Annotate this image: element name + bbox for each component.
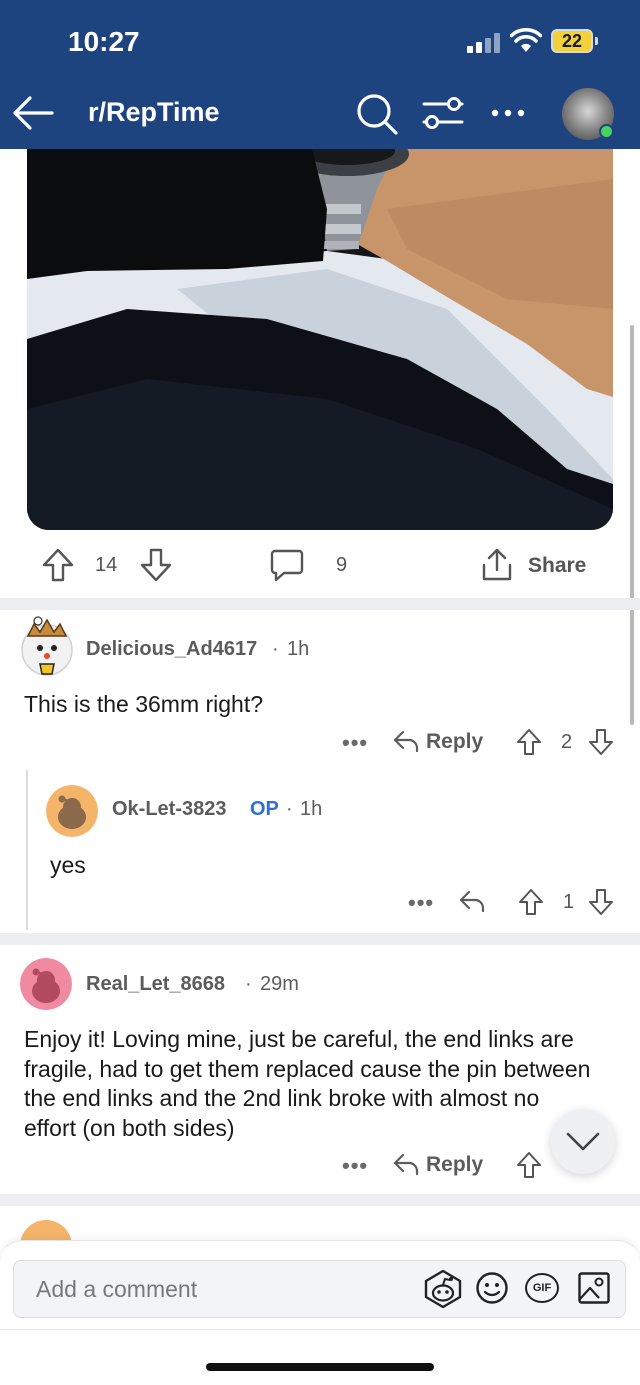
home-indicator[interactable] [206,1363,434,1371]
battery-indicator: 22 [551,29,593,53]
comment-vote-count: 1 [563,891,575,913]
next-comment-button[interactable] [551,1110,615,1174]
emoji-icon[interactable] [475,1271,509,1305]
filter-icon[interactable] [422,95,464,131]
section-divider [0,598,640,610]
status-time: 10:27 [68,26,140,57]
comment-icon[interactable] [270,548,304,582]
post-vote-count: 14 [95,554,118,576]
battery-tip [595,37,598,45]
comment-vote-count: 2 [561,731,573,753]
share-icon[interactable] [481,548,513,582]
comment-body: yes [50,852,86,878]
comment-input[interactable]: Add a comment GIF [13,1260,626,1318]
upvote-icon[interactable] [42,548,74,582]
op-badge: OP [250,798,279,820]
search-icon[interactable] [356,93,398,135]
downvote-icon[interactable] [588,728,614,756]
comment-timestamp: 1h [300,798,323,820]
section-divider [0,933,640,945]
reply-button[interactable]: Reply [426,1153,483,1177]
snoo-avatar-icon[interactable] [422,1268,464,1310]
scrollbar[interactable] [630,325,634,725]
more-options-icon[interactable] [490,98,526,128]
reply-icon[interactable] [393,1152,419,1176]
comment-more-button[interactable]: ••• [342,730,368,756]
signal-icon [467,33,500,53]
meta-separator: · [245,973,252,995]
upvote-icon[interactable] [516,728,542,756]
wifi-icon [510,28,542,52]
upvote-icon[interactable] [516,1151,542,1179]
meta-separator: · [286,798,293,820]
upvote-icon[interactable] [518,888,544,916]
comment-username[interactable]: Real_Let_8668 [86,973,225,996]
comment-more-button[interactable]: ••• [408,890,434,916]
post-action-bar: 14 9 Share [0,540,640,596]
downvote-icon[interactable] [588,888,614,916]
comment-body: This is the 36mm right? [24,691,264,717]
post-image[interactable] [27,149,613,530]
comment-more-button[interactable]: ••• [342,1153,368,1179]
online-status-dot [599,124,614,139]
commenter-avatar[interactable] [46,785,98,837]
post-comment-count: 9 [336,554,348,576]
thread-line [26,770,28,930]
commenter-avatar[interactable] [20,958,72,1010]
chevron-down-icon [566,1132,600,1151]
image-upload-icon[interactable] [577,1271,611,1305]
reply-icon[interactable] [459,889,485,913]
section-divider [0,1194,640,1206]
back-arrow-icon[interactable] [12,92,54,134]
meta-separator: · [272,638,279,660]
comment-timestamp: 1h [287,638,310,660]
comment-timestamp: 29m [260,973,299,995]
reply-button[interactable]: Reply [426,730,483,754]
composer-divider [0,1329,640,1330]
comment-username[interactable]: Delicious_Ad4617 [86,638,257,661]
subreddit-title[interactable]: r/RepTime [88,97,220,128]
downvote-icon[interactable] [140,548,172,582]
gif-icon[interactable]: GIF [525,1273,559,1303]
comment-username[interactable]: Ok-Let-3823 [112,798,227,821]
share-button[interactable]: Share [528,554,586,578]
comment-input-placeholder: Add a comment [36,1276,198,1302]
comment-body: Enjoy it! Loving mine, just be careful, … [24,1026,591,1141]
reply-icon[interactable] [393,729,419,753]
commenter-avatar[interactable] [20,614,74,676]
app-header: 10:27 22 r/RepTime [0,0,640,149]
